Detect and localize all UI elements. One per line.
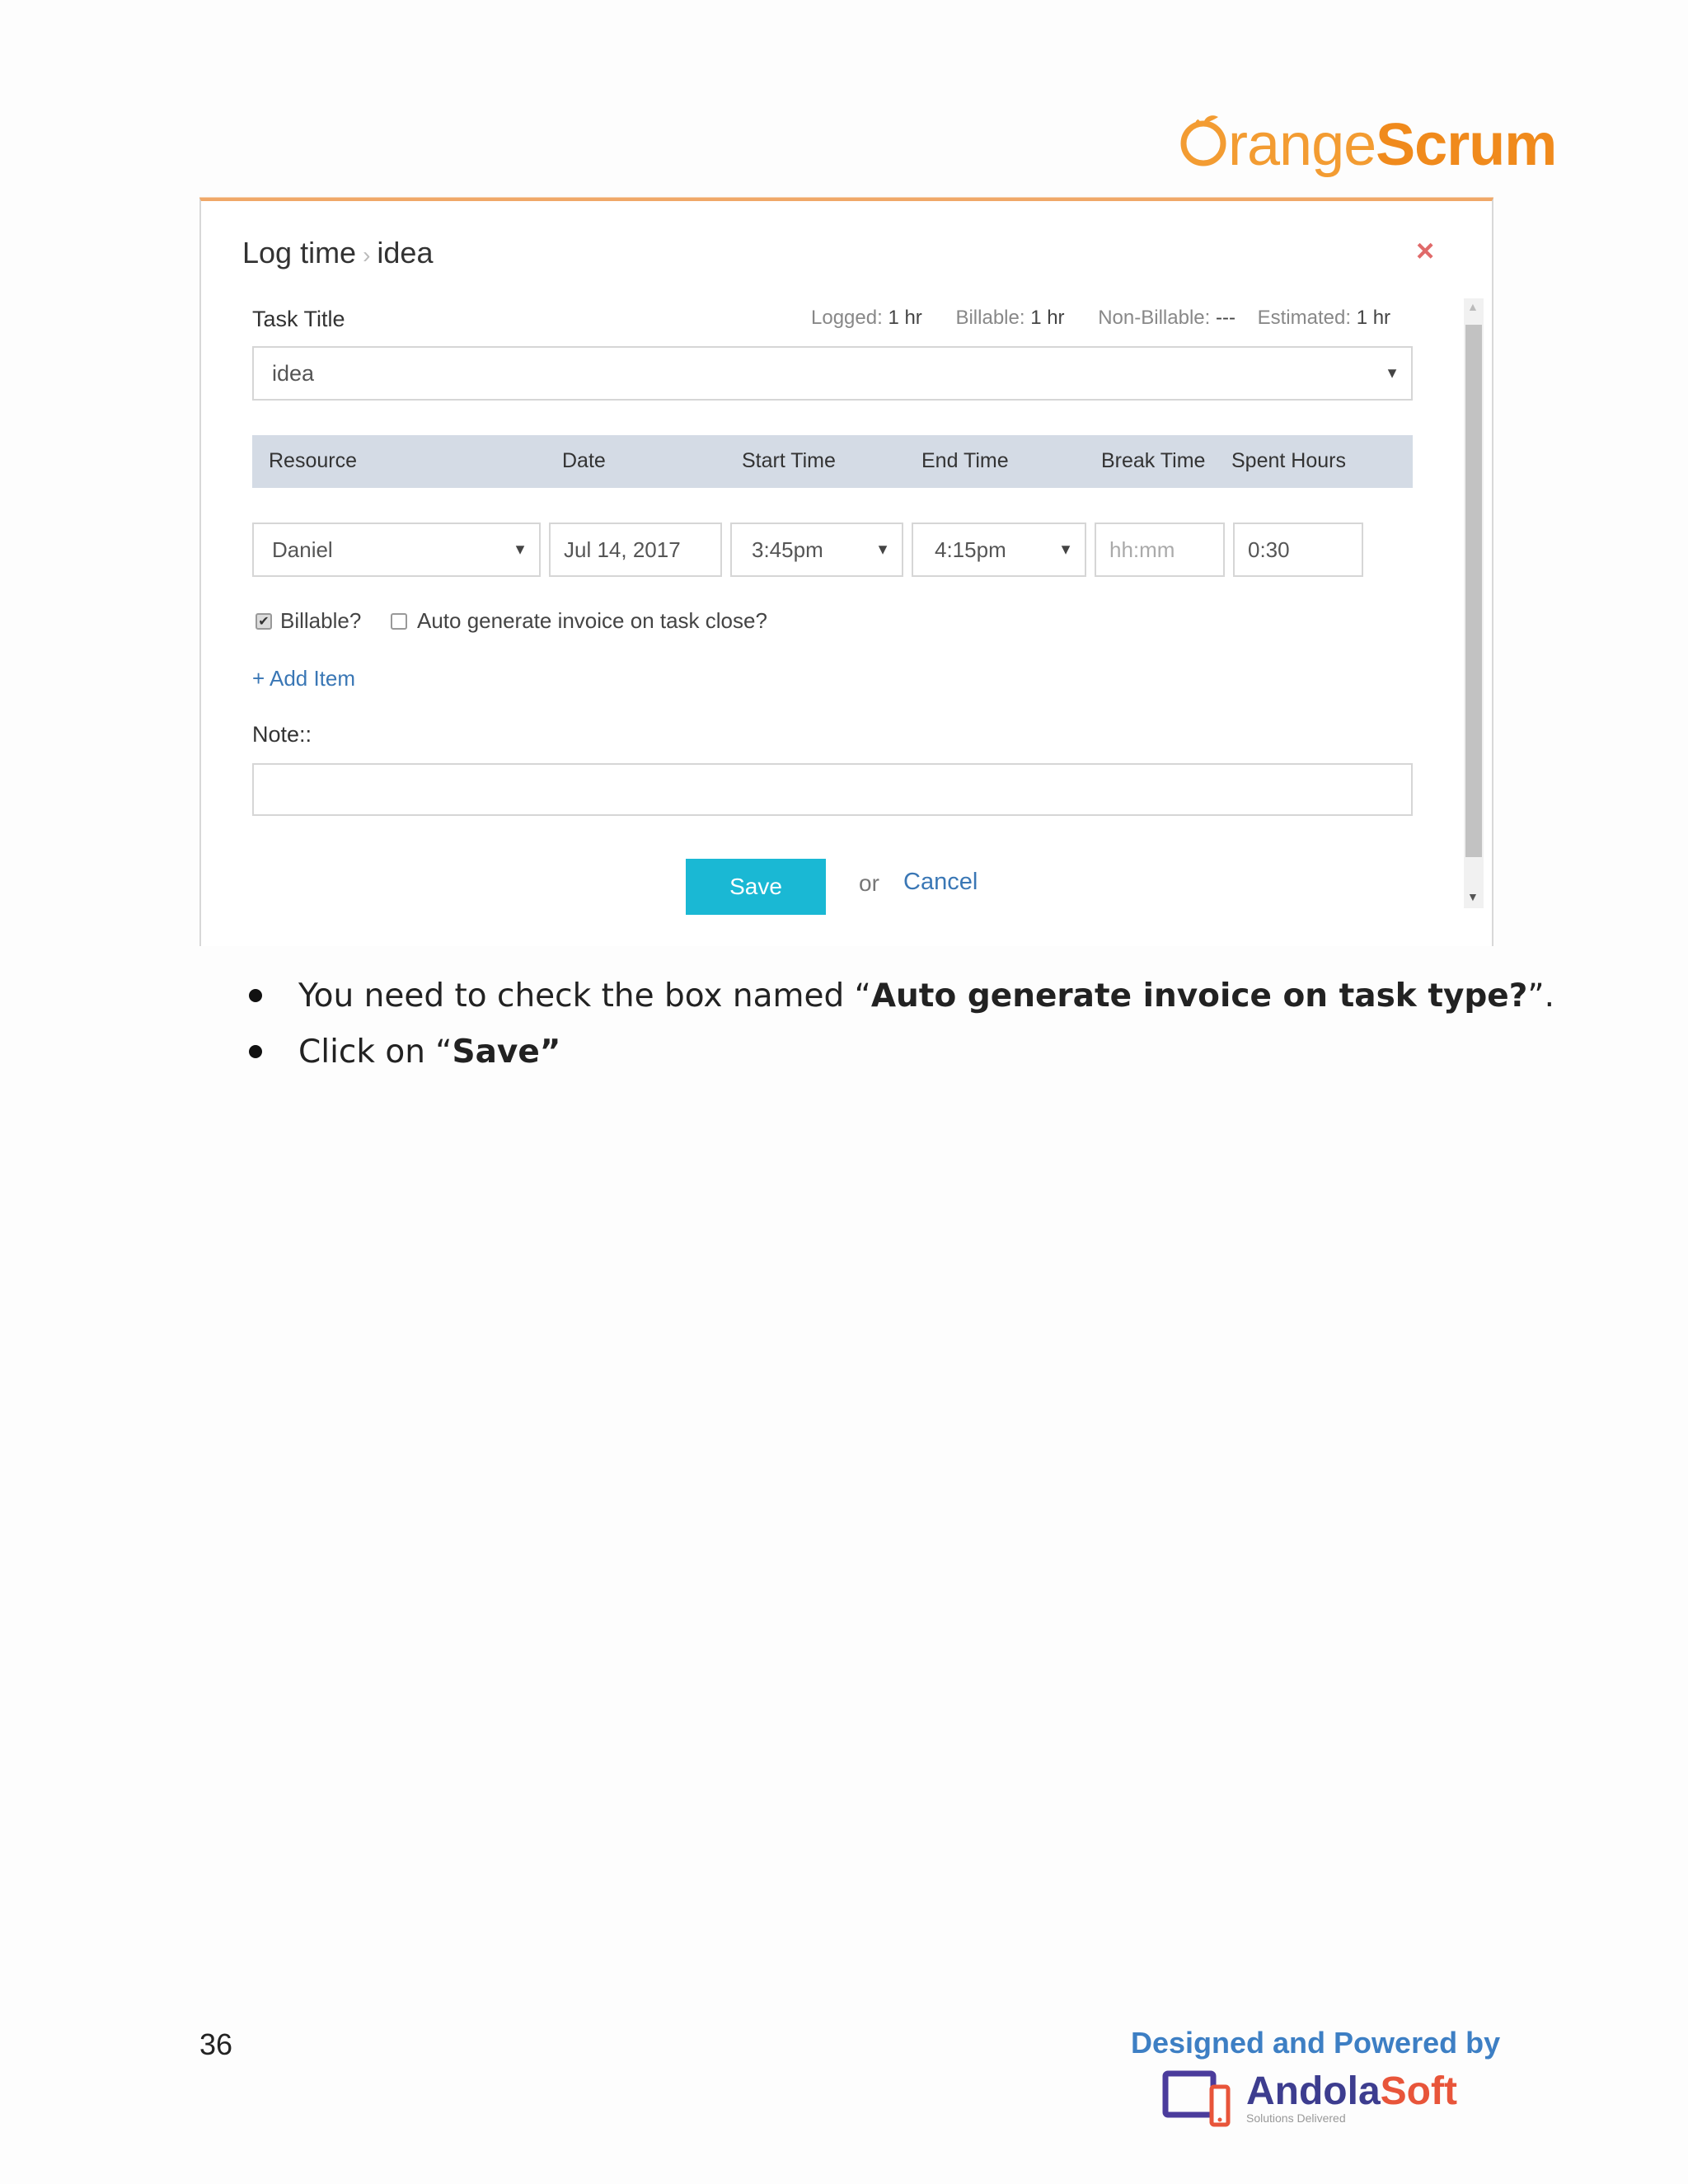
resource-select[interactable]: Daniel ▼ [252,523,541,577]
chevron-down-icon: ▼ [1385,364,1400,382]
or-text: or [859,870,879,896]
note-label: Note:: [252,722,312,747]
time-stats: Logged: 1 hr Billable: 1 hr Non-Billable… [811,307,1391,329]
save-button[interactable]: Save [686,859,826,915]
andolasoft-logo: AndolaSoft Solutions Delivered [1162,2069,1457,2135]
bullet-icon [249,1045,262,1058]
header-start-time: Start Time [742,449,836,472]
dialog-title: Log time › idea [242,236,434,269]
device-icon [1162,2070,1231,2127]
list-item: You need to check the box named “Auto ge… [247,977,1554,1033]
header-resource: Resource [269,449,357,472]
designed-by-text: Designed and Powered by [1131,2026,1501,2060]
scroll-down-icon[interactable]: ▼ [1467,890,1479,903]
header-spent-hours: Spent Hours [1231,449,1346,472]
orange-o-icon [1180,112,1226,166]
task-title-select[interactable]: idea ▼ [252,346,1413,401]
date-input[interactable]: Jul 14, 2017 [549,523,722,577]
logo-wordmark: rangeScrum [1228,112,1557,178]
start-time-select[interactable]: 3:45pm ▼ [730,523,903,577]
billable-option[interactable]: ✔ Billable? [256,608,361,634]
andolasoft-tagline: Solutions Delivered [1246,2111,1346,2125]
spent-hours-input[interactable]: 0:30 [1233,523,1363,577]
auto-invoice-checkbox[interactable] [391,612,407,630]
instruction-list: You need to check the box named “Auto ge… [247,977,1554,1090]
log-time-dialog: Log time › idea × Task Title Logged: 1 hr … [199,198,1493,946]
task-title-label: Task Title [252,307,345,331]
break-time-input[interactable]: hh:mm [1095,523,1225,577]
add-item-link[interactable]: + Add Item [252,666,355,691]
andolasoft-wordmark: AndolaSoft [1246,2069,1457,2113]
chevron-down-icon: ▼ [1058,541,1073,558]
end-time-select[interactable]: 4:15pm ▼ [912,523,1086,577]
header-end-time: End Time [921,449,1009,472]
close-icon[interactable]: × [1416,234,1434,269]
header-break-time: Break Time [1101,449,1206,472]
bullet-icon [249,989,262,1002]
chevron-down-icon: ▼ [513,541,528,558]
header-date: Date [562,449,606,472]
time-table-header: Resource Date Start Time End Time Break … [252,435,1413,488]
list-item: Click on “Save” [247,1033,1554,1090]
auto-invoice-option[interactable]: Auto generate invoice on task close? [391,608,767,634]
chevron-down-icon: ▼ [875,541,890,558]
note-input[interactable] [252,763,1413,816]
page-number: 36 [199,2027,233,2061]
billable-checkbox[interactable]: ✔ [256,612,272,630]
cancel-link[interactable]: Cancel [903,869,978,896]
scrollbar-thumb[interactable] [1465,325,1482,857]
orangescrum-logo: rangeScrum [1180,92,1557,178]
scroll-up-icon[interactable]: ▲ [1467,300,1479,313]
